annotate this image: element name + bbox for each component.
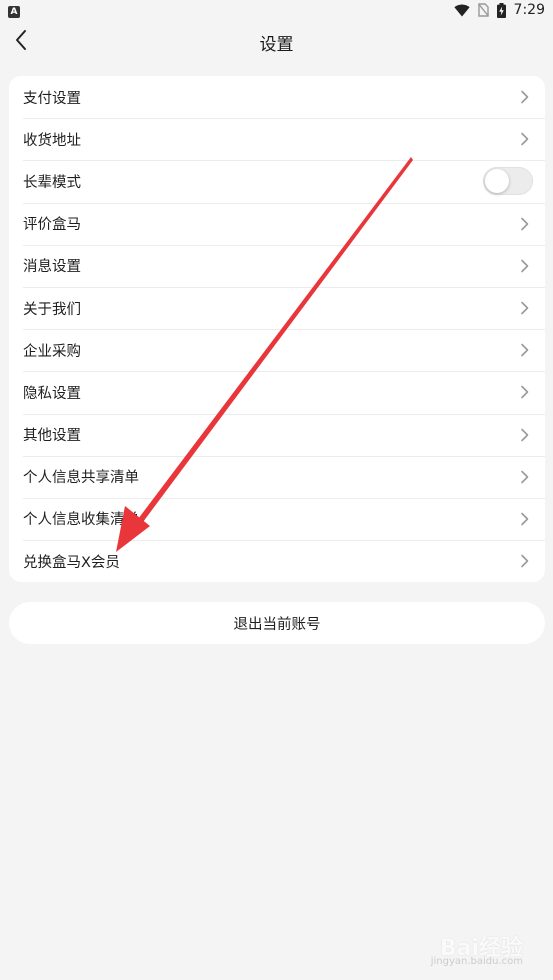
settings-item-label: 隐私设置	[23, 385, 81, 402]
settings-item-other[interactable]: 其他设置	[9, 413, 545, 456]
settings-item-messages[interactable]: 消息设置	[9, 244, 545, 287]
settings-list: 支付设置 收货地址 长辈模式 评价盒马 消息设置 关于我们 企业采购 隐私设置 …	[9, 76, 545, 583]
settings-item-label: 关于我们	[23, 301, 81, 318]
settings-item-label: 消息设置	[23, 259, 81, 276]
nav-bar: 设置	[0, 20, 553, 64]
logout-button[interactable]: 退出当前账号	[9, 602, 545, 644]
settings-item-label: 长辈模式	[23, 174, 81, 191]
settings-item-label: 收货地址	[23, 132, 81, 149]
chevron-right-icon	[517, 470, 531, 484]
settings-item-elder-mode: 长辈模式	[9, 160, 545, 202]
settings-item-label: 兑换盒马X会员	[23, 554, 120, 571]
status-time: 7:29	[513, 2, 545, 18]
chevron-right-icon	[517, 385, 531, 399]
status-left: A	[8, 2, 20, 18]
chevron-right-icon	[517, 132, 531, 146]
toggle-knob	[485, 169, 509, 194]
page-title: 设置	[259, 35, 294, 55]
settings-item-label: 支付设置	[23, 90, 81, 107]
status-right: 7:29	[453, 2, 545, 18]
settings-item-privacy[interactable]: 隐私设置	[9, 371, 545, 413]
settings-item-payment[interactable]: 支付设置	[9, 76, 545, 118]
chevron-right-icon	[517, 343, 531, 357]
chevron-right-icon	[517, 554, 531, 568]
app-notification-icon: A	[8, 6, 20, 18]
settings-item-label: 企业采购	[23, 343, 81, 360]
chevron-right-icon	[517, 428, 531, 442]
settings-item-label: 其他设置	[23, 428, 81, 445]
settings-item-label: 个人信息共享清单	[23, 470, 139, 487]
chevron-right-icon	[517, 217, 531, 231]
settings-item-label: 个人信息收集清单	[23, 512, 139, 529]
wifi-icon	[453, 4, 470, 17]
status-bar: A 7:29	[0, 0, 553, 20]
no-sim-icon	[477, 3, 489, 17]
watermark-logo: Bai经验 jingyan.baidu.com	[431, 930, 523, 967]
settings-item-about[interactable]: 关于我们	[9, 286, 545, 329]
settings-item-redeem-x-member[interactable]: 兑换盒马X会员	[9, 540, 545, 582]
settings-item-info-collection[interactable]: 个人信息收集清单	[9, 497, 545, 540]
settings-item-label: 评价盒马	[23, 217, 81, 234]
chevron-right-icon	[517, 301, 531, 315]
chevron-right-icon	[517, 90, 531, 104]
settings-item-rate[interactable]: 评价盒马	[9, 202, 545, 245]
watermark-subtext: jingyan.baidu.com	[430, 956, 523, 967]
settings-item-info-sharing[interactable]: 个人信息共享清单	[9, 455, 545, 498]
elder-mode-toggle[interactable]	[483, 167, 533, 196]
settings-item-address[interactable]: 收货地址	[9, 118, 545, 160]
settings-item-enterprise[interactable]: 企业采购	[9, 329, 545, 371]
battery-charging-icon	[496, 2, 506, 18]
chevron-right-icon	[517, 259, 531, 273]
chevron-right-icon	[517, 512, 531, 526]
